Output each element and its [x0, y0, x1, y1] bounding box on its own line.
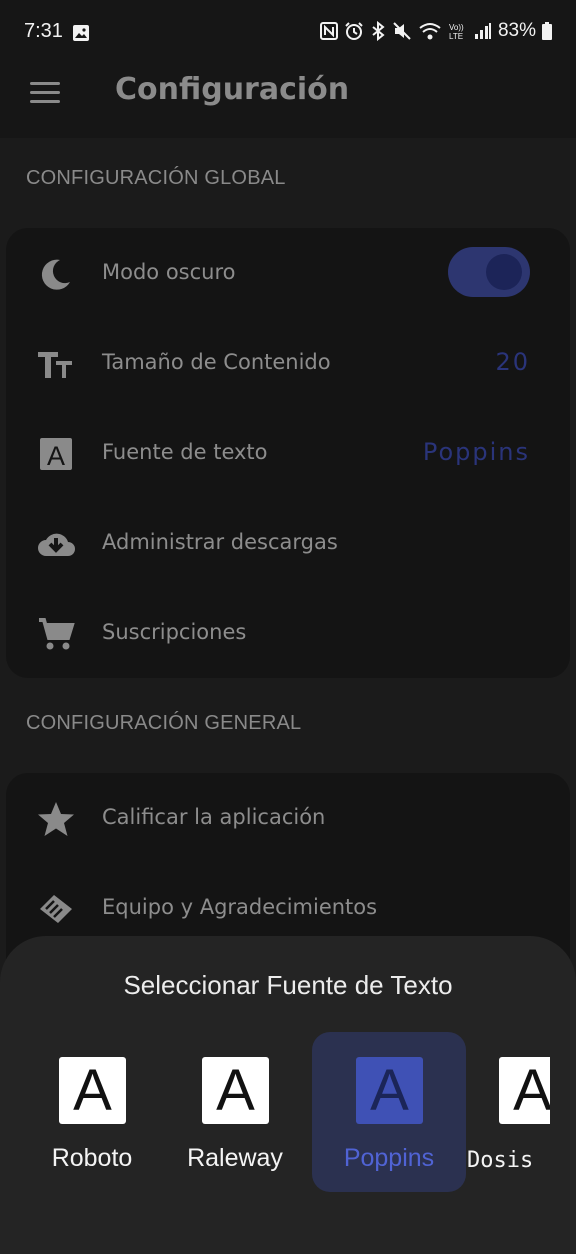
- font-option-clip: A Dosis: [455, 1032, 550, 1192]
- status-icons: Vo)) LTE 83%: [319, 20, 552, 42]
- svg-text:LTE: LTE: [449, 32, 463, 41]
- global-settings-card: Modo oscuro Tamaño de Contenido 20 A Fue…: [6, 228, 570, 678]
- bluetooth-icon: [372, 21, 385, 41]
- dark-mode-toggle[interactable]: [448, 247, 530, 297]
- handshake-icon: [40, 895, 72, 923]
- battery-percent: 83%: [497, 20, 536, 41]
- battery-icon: [542, 22, 552, 40]
- toggle-knob: [486, 254, 522, 290]
- setting-rate-app[interactable]: Calificar la aplicación: [6, 773, 570, 863]
- setting-label: Calificar la aplicación: [102, 805, 326, 829]
- font-preview-box: A: [356, 1057, 423, 1124]
- svg-text:A: A: [47, 441, 65, 471]
- font-option-label: Roboto: [51, 1144, 133, 1172]
- nfc-icon: [319, 22, 338, 40]
- image-icon: [73, 25, 89, 41]
- menu-icon[interactable]: [30, 82, 60, 104]
- setting-label: Administrar descargas: [102, 530, 338, 554]
- section-title-global: CONFIGURACIÓN GLOBAL: [26, 167, 286, 189]
- font-selection-sheet: Seleccionar Fuente de Texto A Roboto A R…: [0, 936, 576, 1254]
- wifi-icon: [419, 23, 441, 40]
- font-option-label: Raleway: [187, 1144, 283, 1172]
- signal-icon: [474, 23, 491, 39]
- setting-manage-downloads[interactable]: Administrar descargas: [6, 498, 570, 588]
- volte-icon: Vo))LTE: [449, 23, 464, 41]
- setting-label: Suscripciones: [102, 620, 247, 644]
- cart-icon: [39, 618, 75, 650]
- font-option-poppins[interactable]: A Poppins: [312, 1032, 466, 1192]
- font-option-raleway[interactable]: A Raleway: [158, 1032, 312, 1192]
- font-preview-box: A: [59, 1057, 126, 1124]
- section-title-general: CONFIGURACIÓN GENERAL: [26, 712, 302, 734]
- setting-content-size[interactable]: Tamaño de Contenido 20: [6, 318, 570, 408]
- text-font-value: Poppins: [422, 438, 530, 466]
- setting-label: Tamaño de Contenido: [102, 350, 331, 374]
- font-option-roboto[interactable]: A Roboto: [15, 1032, 169, 1192]
- font-option-dosis[interactable]: A Dosis: [455, 1032, 550, 1192]
- text-size-icon: [38, 352, 72, 378]
- alarm-icon: [345, 22, 363, 40]
- page-title: Configuración: [115, 72, 350, 107]
- setting-dark-mode[interactable]: Modo oscuro: [6, 228, 570, 318]
- mute-icon: [393, 22, 411, 40]
- setting-label: Fuente de texto: [102, 440, 268, 464]
- font-option-label: Dosis: [467, 1148, 534, 1173]
- status-time: 7:31: [24, 20, 63, 42]
- setting-text-font[interactable]: A Fuente de texto Poppins: [6, 408, 570, 498]
- moon-icon: [41, 259, 70, 290]
- content-size-value: 20: [495, 348, 530, 376]
- font-option-label: Poppins: [343, 1144, 435, 1172]
- font-icon: A: [40, 438, 72, 471]
- setting-label: Equipo y Agradecimientos: [102, 895, 378, 919]
- font-preview-box: A: [499, 1057, 550, 1124]
- setting-subscriptions[interactable]: Suscripciones: [6, 588, 570, 678]
- cloud-download-icon: [38, 533, 75, 556]
- font-preview-box: A: [202, 1057, 269, 1124]
- setting-label: Modo oscuro: [102, 260, 236, 284]
- svg-text:Vo)): Vo)): [449, 23, 464, 32]
- sheet-title: Seleccionar Fuente de Texto: [123, 970, 453, 1000]
- star-icon: [38, 802, 74, 836]
